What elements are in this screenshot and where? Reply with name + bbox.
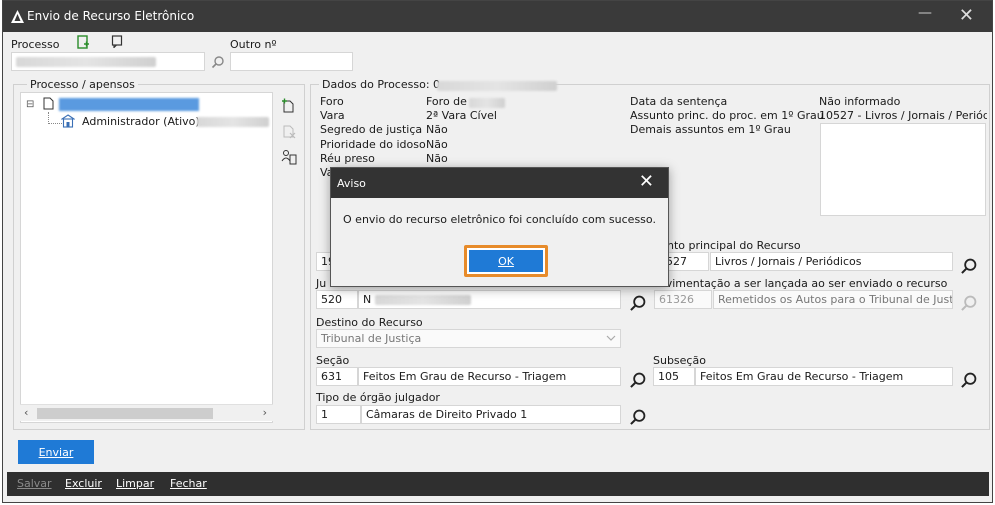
- reu-preso-value: Não: [426, 152, 448, 165]
- juizo-code[interactable]: 520: [316, 290, 358, 309]
- scroll-right-icon[interactable]: ›: [263, 406, 267, 419]
- secao-desc[interactable]: Feitos Em Grau de Recurso - Triagem: [358, 367, 621, 386]
- new-document-icon[interactable]: [76, 35, 90, 49]
- data-sentenca-value: Não informado: [819, 95, 901, 108]
- reu-preso-label: Réu preso: [320, 152, 375, 165]
- window-title: Envio de Recurso Eletrônico: [27, 9, 195, 23]
- movimentacao-label: ovimentação a ser lançada ao ser enviado…: [659, 277, 948, 290]
- processo-apensos-legend: Processo / apensos: [27, 78, 138, 91]
- demais-assuntos-label: Demais assuntos em 1º Grau: [630, 123, 791, 136]
- chevron-down-icon: [606, 335, 616, 341]
- prioridade-label: Prioridade do idoso: [320, 138, 426, 151]
- add-apenso-icon[interactable]: [281, 98, 297, 114]
- search-tipo-icon[interactable]: [629, 408, 647, 426]
- assunto-recurso-desc[interactable]: Livros / Jornais / Periódicos: [710, 252, 953, 271]
- data-sentenca-label: Data da sentença: [630, 95, 728, 108]
- enviar-button[interactable]: Enviar: [18, 440, 94, 464]
- outro-input[interactable]: [230, 52, 353, 71]
- tipo-orgao-desc[interactable]: Câmaras de Direito Privado 1: [361, 405, 621, 424]
- vara-value: 2ª Vara Cível: [426, 109, 497, 122]
- secao-code[interactable]: 631: [316, 367, 358, 386]
- foro-value: Foro de: [426, 95, 467, 108]
- search-assunto-icon[interactable]: [960, 257, 978, 275]
- tree-node-process[interactable]: [59, 98, 199, 111]
- juizo-prefix: N: [363, 293, 372, 306]
- segredo-label: Segredo de justiça: [320, 123, 423, 136]
- bottom-toolbar: Salvar Excluir Limpar Fechar: [7, 472, 989, 496]
- dialog-title: Aviso: [337, 177, 366, 190]
- remove-apenso-icon: [283, 125, 296, 139]
- destino-label: Destino do Recurso: [316, 316, 423, 329]
- note-icon[interactable]: [111, 35, 123, 48]
- app-logo-icon: [11, 10, 24, 23]
- search-icon[interactable]: [211, 55, 225, 69]
- tree-node-admin[interactable]: Administrador (Ativo):: [82, 115, 203, 128]
- tipo-orgao-code[interactable]: 1: [316, 405, 361, 424]
- assunto-1grau-label: Assunto princ. do proc. em 1º Grau: [630, 109, 824, 122]
- movimentacao-desc: Remetidos os Autos para o Tribunal de Ju…: [713, 290, 953, 309]
- excluir-button[interactable]: Excluir: [65, 477, 102, 490]
- minimize-button[interactable]: —: [918, 5, 932, 21]
- tree-horizontal-scrollbar[interactable]: ‹ ›: [20, 404, 273, 421]
- ok-focus-ring: OK: [464, 245, 548, 277]
- title-bar: Envio de Recurso Eletrônico — ✕: [3, 1, 992, 32]
- scroll-thumb[interactable]: [37, 408, 213, 419]
- juizo-label: Ju: [316, 277, 327, 290]
- limpar-button[interactable]: Limpar: [116, 477, 154, 490]
- processo-label: Processo: [11, 38, 60, 51]
- main-window: Envio de Recurso Eletrônico — ✕ Processo…: [2, 0, 993, 503]
- tree-connector: [48, 112, 62, 124]
- assunto-1grau-value: 10527 - Livros / Jornais / Periódic: [819, 109, 987, 122]
- assunto-recurso-label: nto principal do Recurso: [667, 239, 801, 252]
- vara-label: Vara: [320, 109, 345, 122]
- search-movimentacao-icon: [961, 295, 977, 311]
- scroll-left-icon[interactable]: ‹: [24, 406, 28, 419]
- juizo-desc[interactable]: N: [358, 290, 621, 309]
- prioridade-value: Não: [426, 138, 448, 151]
- search-juizo-icon[interactable]: [629, 294, 647, 312]
- document-icon: [43, 97, 54, 110]
- fechar-button[interactable]: Fechar: [170, 477, 207, 490]
- search-secao-icon[interactable]: [629, 371, 647, 389]
- segredo-value: Não: [426, 123, 448, 136]
- foro-label: Foro: [320, 95, 344, 108]
- secao-label: Seção: [316, 354, 350, 367]
- subsecao-desc[interactable]: Feitos Em Grau de Recurso - Triagem: [695, 367, 953, 386]
- processo-input[interactable]: [11, 52, 205, 71]
- dialog-title-bar: Aviso ✕: [331, 168, 668, 198]
- subsecao-code[interactable]: 105: [653, 367, 695, 386]
- outro-label: Outro nº: [230, 38, 277, 51]
- tipo-orgao-label: Tipo de órgão julgador: [316, 391, 440, 404]
- aviso-dialog: Aviso ✕ O envio do recurso eletrônico fo…: [330, 167, 669, 287]
- close-window-button[interactable]: ✕: [959, 5, 974, 26]
- dialog-close-icon[interactable]: ✕: [639, 171, 654, 192]
- building-icon: [61, 114, 75, 128]
- destino-value: Tribunal de Justiça: [321, 332, 422, 345]
- demais-assuntos-box[interactable]: [820, 123, 986, 216]
- search-subsecao-icon[interactable]: [960, 371, 978, 389]
- dialog-message: O envio do recurso eletrônico foi conclu…: [343, 213, 656, 226]
- tree-collapse-icon[interactable]: ⊟: [26, 99, 34, 110]
- destino-select[interactable]: Tribunal de Justiça: [316, 329, 621, 348]
- process-tree[interactable]: ⊟ Administrador (Ativo):: [20, 92, 273, 423]
- movimentacao-code: 61326: [654, 290, 712, 309]
- user-document-icon[interactable]: [281, 149, 297, 165]
- salvar-button: Salvar: [17, 477, 52, 490]
- ok-button[interactable]: OK: [469, 250, 543, 272]
- subsecao-label: Subseção: [653, 354, 706, 367]
- dados-processo-legend: Dados do Processo: 0: [319, 78, 444, 91]
